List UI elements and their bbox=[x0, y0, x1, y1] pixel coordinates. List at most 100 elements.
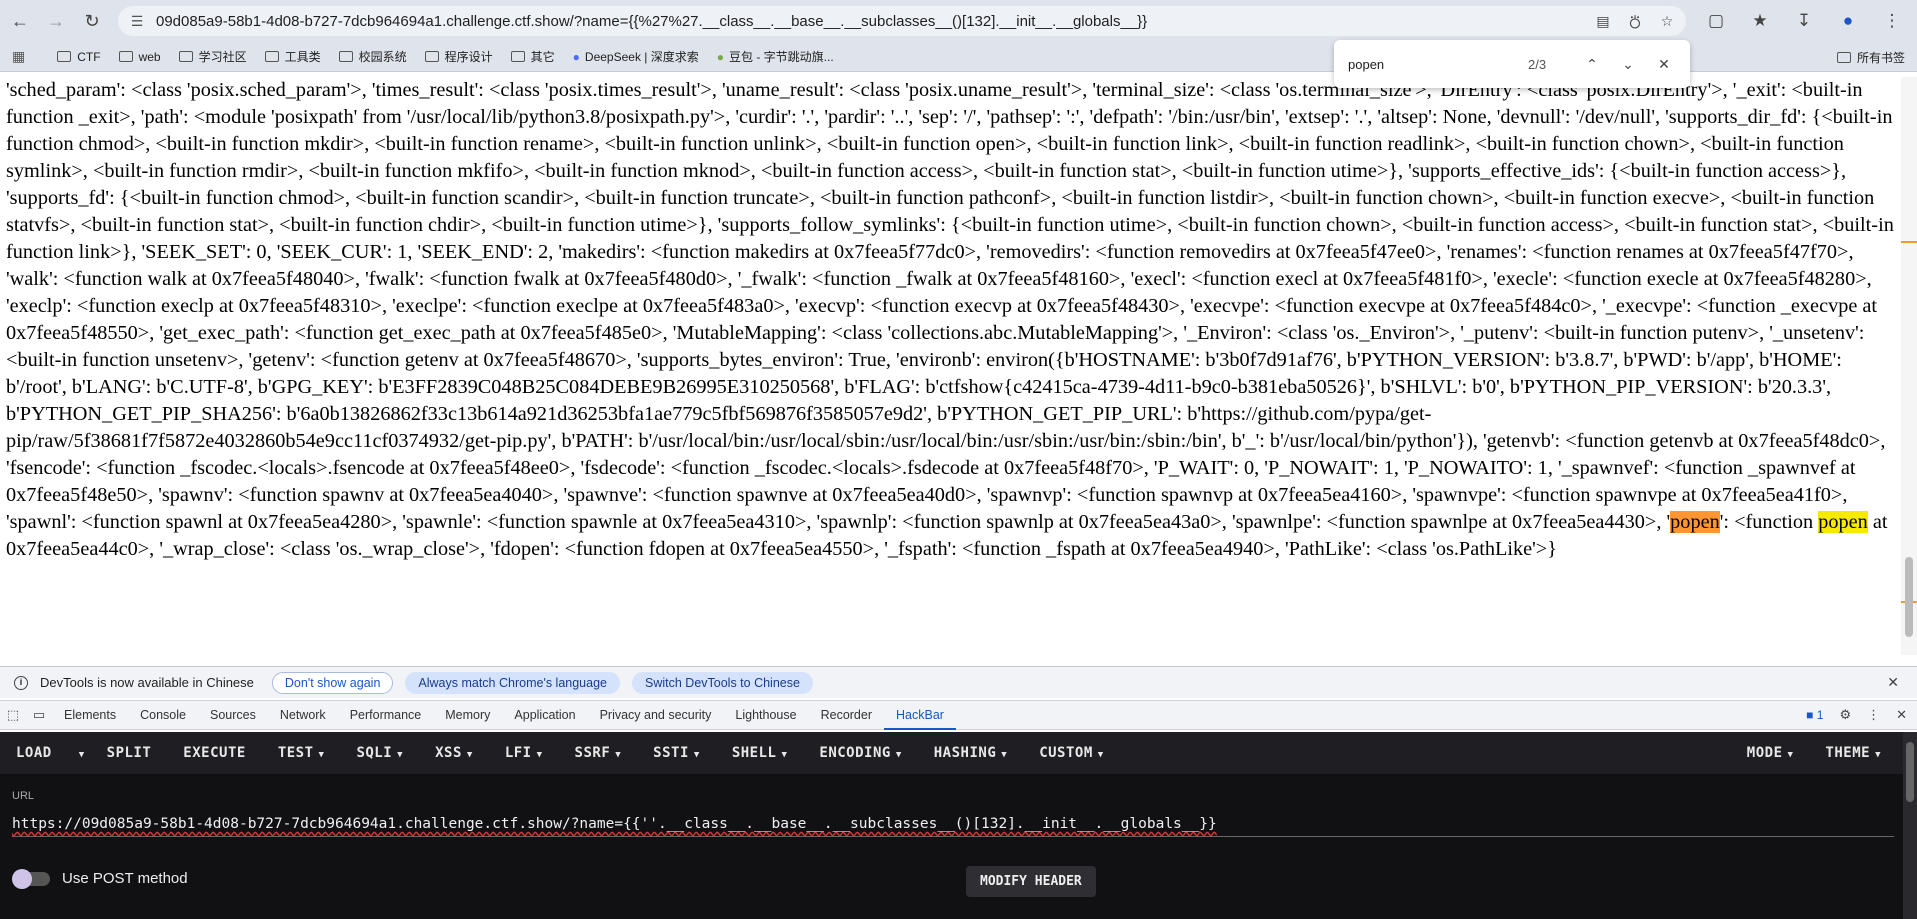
modify-header-button[interactable]: MODIFY HEADER bbox=[966, 866, 1096, 897]
bookmark-item[interactable]: 学习社区 bbox=[178, 48, 247, 65]
tab-recorder[interactable]: Recorder bbox=[809, 700, 884, 730]
menu-dots-icon[interactable]: ⋮ bbox=[1879, 8, 1905, 34]
tab-elements[interactable]: Elements bbox=[52, 700, 128, 730]
caret-down-icon: ▼ bbox=[318, 750, 325, 760]
notice-text: DevTools is now available in Chinese bbox=[40, 675, 254, 690]
hackbar-scrollbar[interactable] bbox=[1903, 732, 1917, 919]
translate-icon[interactable]: ⛣ bbox=[1624, 10, 1646, 32]
post-method-toggle[interactable] bbox=[12, 869, 50, 889]
url-textarea[interactable]: https://09d085a9-58b1-4d08-b727-7dcb9646… bbox=[12, 816, 1894, 837]
folder-icon bbox=[118, 51, 133, 62]
switch-devtools-chinese-button[interactable]: Switch DevTools to Chinese bbox=[632, 671, 813, 694]
all-bookmarks[interactable]: 所有书签 bbox=[1836, 49, 1905, 66]
extensions-icon[interactable]: ▢ bbox=[1703, 8, 1729, 34]
settings-gear-icon[interactable]: ⚙ bbox=[1839, 707, 1851, 723]
xss-menu[interactable]: XSS ▼ bbox=[419, 745, 489, 761]
mode-menu[interactable]: MODE ▼ bbox=[1731, 745, 1810, 761]
address-url[interactable]: 09d085a9-58b1-4d08-b727-7dcb964694a1.cha… bbox=[156, 13, 1576, 30]
test-menu[interactable]: TEST ▼ bbox=[262, 745, 341, 761]
page-scrollbar[interactable] bbox=[1901, 77, 1917, 655]
tab-application[interactable]: Application bbox=[502, 700, 587, 730]
folder-icon bbox=[510, 51, 525, 62]
caret-down-icon: ▼ bbox=[781, 750, 788, 760]
bookmark-item[interactable]: ● 豆包 - 字节跳动旗... bbox=[717, 48, 834, 65]
tab-network[interactable]: Network bbox=[268, 700, 338, 730]
sqli-menu[interactable]: SQLI ▼ bbox=[340, 745, 419, 761]
bookmark-item[interactable]: 其它 bbox=[510, 48, 555, 65]
close-icon[interactable]: ✕ bbox=[1646, 56, 1682, 73]
folder-icon bbox=[338, 51, 353, 62]
bookmark-item[interactable]: web bbox=[118, 50, 161, 64]
inspect-element-icon[interactable]: ⬚ bbox=[0, 707, 26, 723]
browser-toolbar: ← → ↻ ☰ 09d085a9-58b1-4d08-b727-7dcb9646… bbox=[0, 0, 1917, 42]
bookmarks-star-icon[interactable]: ★ bbox=[1747, 8, 1773, 34]
hackbar-menu: LOAD ▼ SPLIT EXECUTE TEST ▼ SQLI ▼ XSS ▼ LF… bbox=[0, 732, 1917, 774]
scroll-thumb[interactable] bbox=[1906, 742, 1914, 802]
menu-dots-icon[interactable]: ⋮ bbox=[1867, 707, 1880, 723]
caret-down-icon: ▼ bbox=[397, 750, 404, 760]
custom-menu[interactable]: CUSTOM ▼ bbox=[1023, 745, 1120, 761]
folder-icon bbox=[57, 51, 72, 62]
shell-menu[interactable]: SHELL ▼ bbox=[716, 745, 804, 761]
find-match: popen bbox=[1818, 511, 1868, 533]
site-info-icon[interactable]: ☰ bbox=[128, 12, 146, 30]
device-toolbar-icon[interactable]: ▭ bbox=[26, 707, 52, 723]
close-icon[interactable]: ✕ bbox=[1896, 707, 1907, 723]
find-marker bbox=[1901, 241, 1917, 243]
tab-memory[interactable]: Memory bbox=[433, 700, 502, 730]
load-dropdown-caret[interactable]: ▼ bbox=[68, 745, 91, 761]
scroll-thumb[interactable] bbox=[1905, 557, 1913, 637]
page-content: 'sched_param': <class 'posix.sched_param… bbox=[0, 77, 1900, 655]
post-method-label: Use POST method bbox=[62, 870, 188, 887]
split-button[interactable]: SPLIT bbox=[91, 745, 168, 761]
bookmark-item[interactable]: ● DeepSeek | 深度求索 bbox=[573, 48, 699, 65]
find-bar: popen 2/3 ⌃ ⌄ ✕ bbox=[1334, 40, 1690, 88]
find-icon[interactable]: ▤ bbox=[1592, 10, 1614, 32]
tab-console[interactable]: Console bbox=[128, 700, 198, 730]
address-bar[interactable]: ☰ 09d085a9-58b1-4d08-b727-7dcb964694a1.c… bbox=[118, 6, 1686, 36]
tab-hackbar[interactable]: HackBar bbox=[884, 700, 956, 730]
encoding-menu[interactable]: ENCODING ▼ bbox=[803, 745, 917, 761]
theme-menu[interactable]: THEME ▼ bbox=[1809, 745, 1897, 761]
back-arrow-icon[interactable]: ← bbox=[4, 5, 36, 37]
caret-down-icon: ▼ bbox=[1787, 750, 1794, 760]
always-match-language-button[interactable]: Always match Chrome's language bbox=[405, 671, 620, 694]
tab-performance[interactable]: Performance bbox=[338, 700, 434, 730]
ssrf-menu[interactable]: SSRF ▼ bbox=[559, 745, 638, 761]
forward-arrow-icon[interactable]: → bbox=[40, 5, 72, 37]
chevron-up-icon[interactable]: ⌃ bbox=[1574, 56, 1610, 73]
find-input[interactable]: popen bbox=[1348, 57, 1528, 72]
find-count: 2/3 bbox=[1528, 56, 1547, 72]
profile-icon[interactable]: ● bbox=[1835, 8, 1861, 34]
reload-icon[interactable]: ↻ bbox=[76, 5, 108, 37]
hackbar-body: URL https://09d085a9-58b1-4d08-b727-7dcb… bbox=[0, 774, 1917, 919]
ssti-menu[interactable]: SSTI ▼ bbox=[637, 745, 716, 761]
deepseek-icon: ● bbox=[572, 49, 580, 64]
bookmark-star-icon[interactable]: ☆ bbox=[1656, 10, 1678, 32]
dont-show-again-button[interactable]: Don't show again bbox=[271, 671, 394, 694]
apps-grid-icon[interactable]: ▦ bbox=[12, 48, 25, 65]
bookmark-item[interactable]: 工具类 bbox=[264, 48, 321, 65]
caret-down-icon: ▼ bbox=[895, 750, 902, 760]
caret-down-icon: ▼ bbox=[536, 750, 543, 760]
globals-output: 'sched_param': <class 'posix.sched_param… bbox=[6, 79, 1894, 560]
chevron-down-icon[interactable]: ⌄ bbox=[1610, 56, 1646, 73]
doubao-icon: ● bbox=[716, 49, 724, 64]
bookmark-item[interactable]: 校园系统 bbox=[338, 48, 407, 65]
bookmark-item[interactable]: CTF bbox=[57, 50, 101, 64]
lfi-menu[interactable]: LFI ▼ bbox=[489, 745, 559, 761]
tab-sources[interactable]: Sources bbox=[198, 700, 268, 730]
execute-button[interactable]: EXECUTE bbox=[167, 745, 262, 761]
message-count-badge[interactable]: ■ 1 bbox=[1806, 708, 1823, 722]
bookmark-item[interactable]: 程序设计 bbox=[424, 48, 493, 65]
tab-privacy-security[interactable]: Privacy and security bbox=[588, 700, 724, 730]
close-icon[interactable]: ✕ bbox=[1887, 674, 1899, 691]
find-match-current: popen bbox=[1670, 511, 1720, 533]
folder-icon bbox=[178, 51, 193, 62]
hashing-menu[interactable]: HASHING ▼ bbox=[918, 745, 1023, 761]
download-icon[interactable]: ↧ bbox=[1791, 8, 1817, 34]
folder-icon bbox=[264, 51, 279, 62]
folder-icon bbox=[1836, 52, 1851, 63]
tab-lighthouse[interactable]: Lighthouse bbox=[723, 700, 808, 730]
load-button[interactable]: LOAD bbox=[0, 745, 68, 761]
